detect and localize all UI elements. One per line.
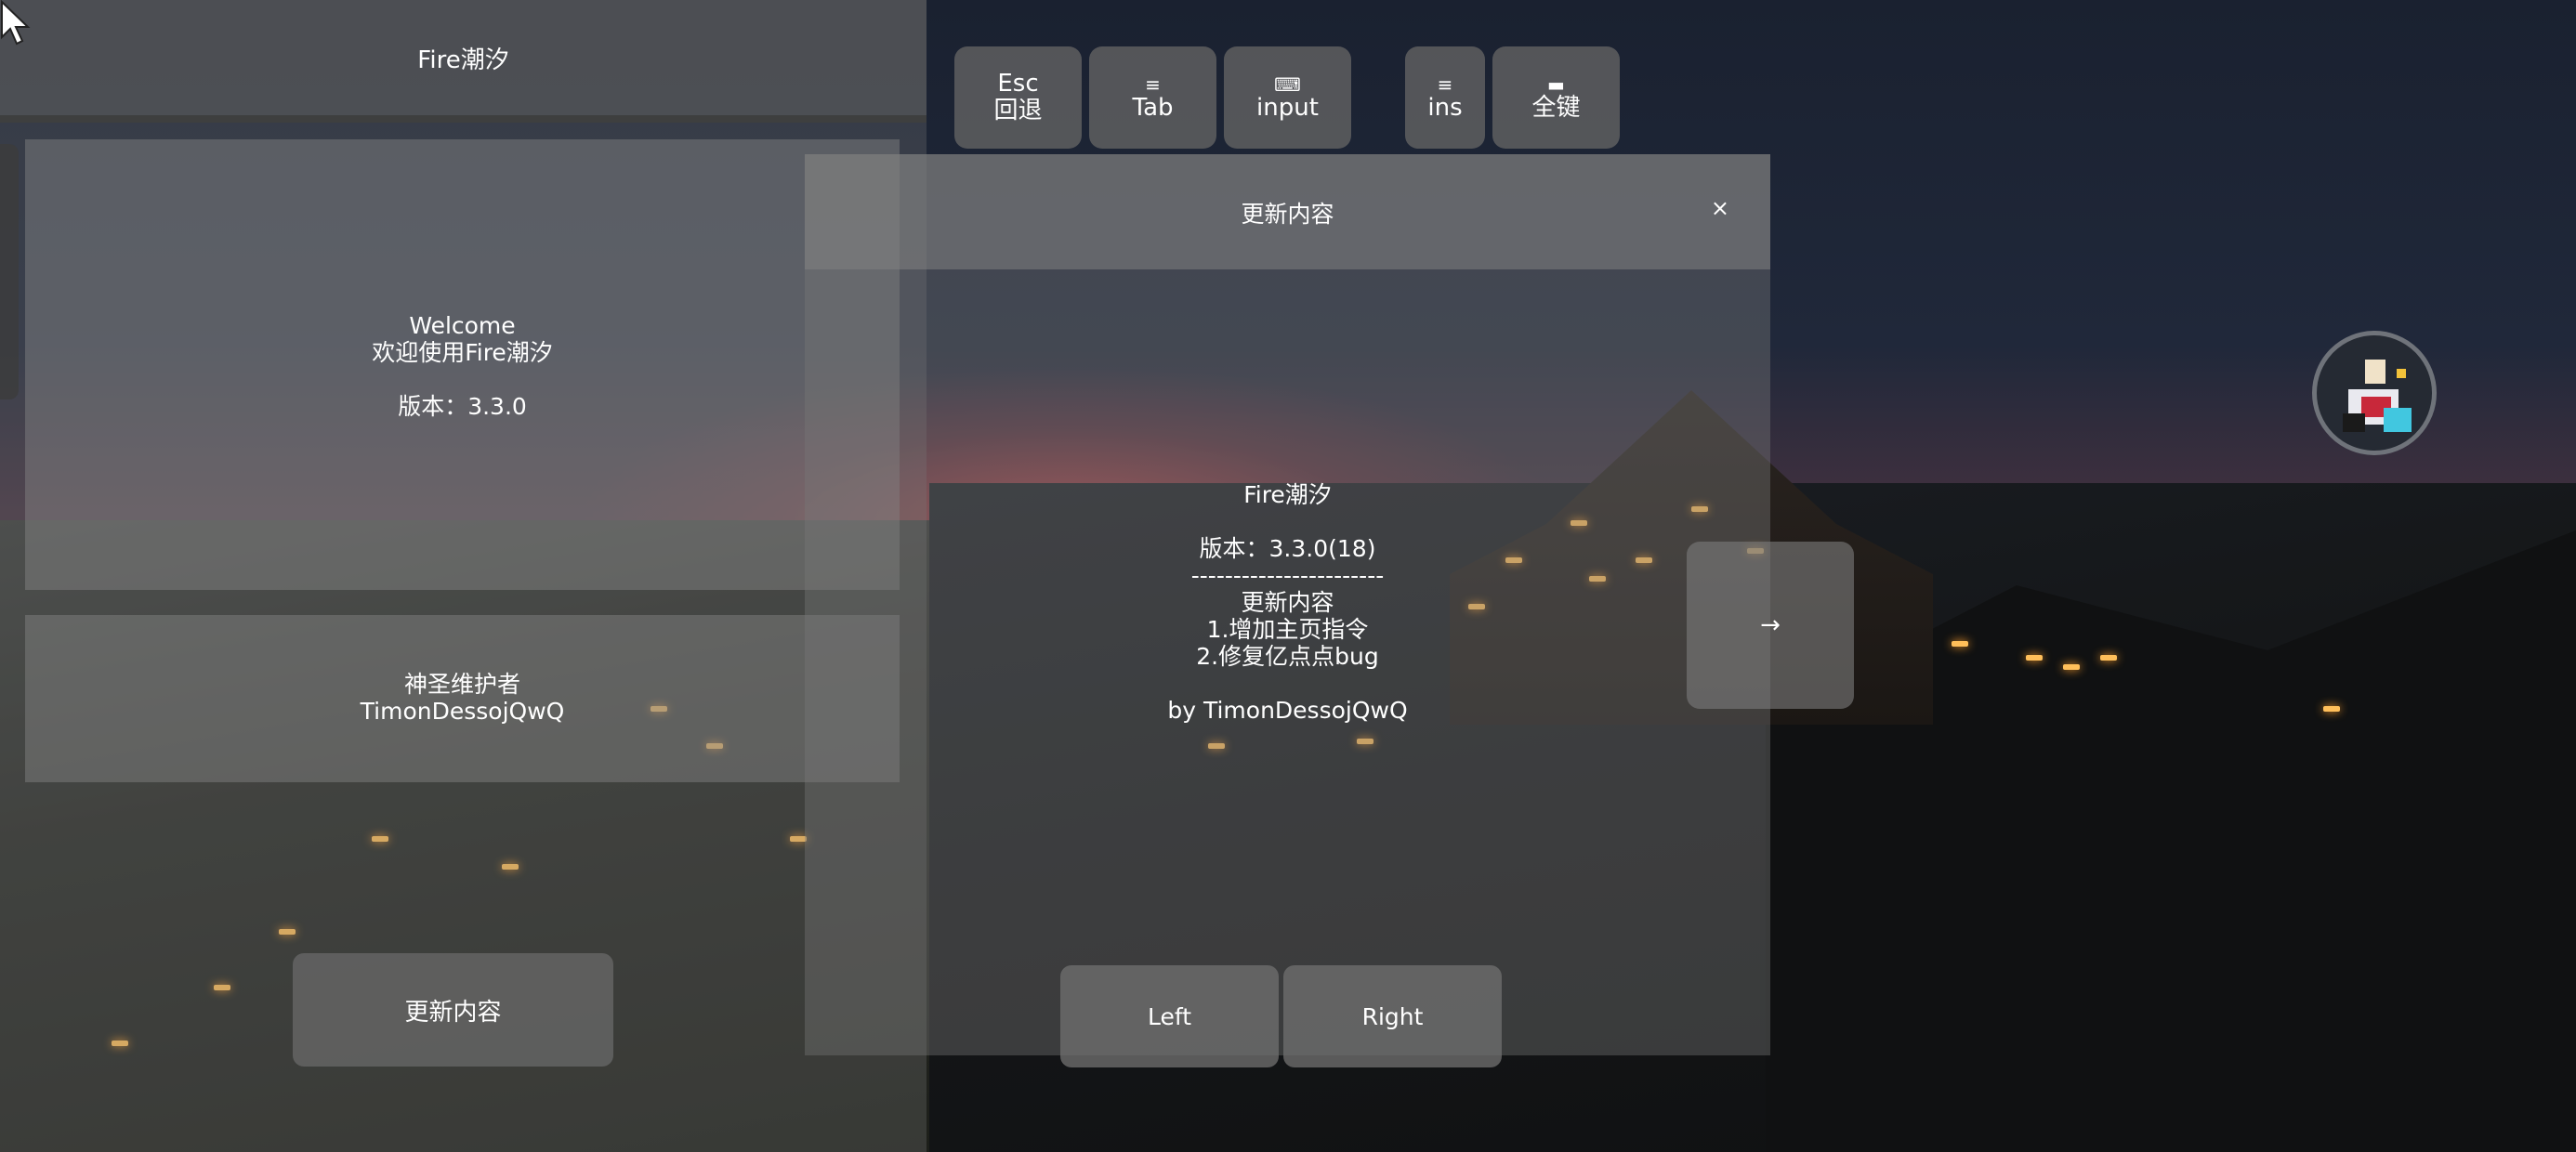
welcome-line: Welcome <box>409 312 516 339</box>
right-button[interactable]: Right <box>1283 965 1502 1067</box>
section-title: 更新内容 <box>1241 589 1334 616</box>
mouse-cursor-icon <box>0 0 31 46</box>
app-name: Fire潮汐 <box>1243 481 1332 508</box>
key-label-bottom: 回退 <box>993 97 1043 124</box>
changelog-item: 2.修复亿点点bug <box>1196 643 1379 670</box>
dialog-header: 更新内容 × <box>805 154 1770 269</box>
maintainer-card: 神圣维护者 TimonDessojQwQ <box>25 615 900 782</box>
esc-key-button[interactable]: Esc 回退 <box>954 46 1082 149</box>
key-label-bottom: ins <box>1427 93 1463 122</box>
keyboard-icon: ⌨ <box>1274 72 1301 96</box>
ins-key-button[interactable]: ≡ ins <box>1405 46 1485 149</box>
arrow-right-icon: → <box>1760 611 1781 639</box>
author-credit: by TimonDessojQwQ <box>1167 697 1408 724</box>
separator: ----------------------- <box>1190 562 1385 589</box>
update-dialog: 更新内容 × Fire潮汐 版本：3.3.0(18) -------------… <box>805 154 1770 1067</box>
key-label-top: Esc <box>997 70 1039 98</box>
dialog-body: Fire潮汐 版本：3.3.0(18) --------------------… <box>805 481 1770 724</box>
version-label: 版本：3.3.0(18) <box>1199 535 1376 562</box>
update-notes-button[interactable]: 更新内容 <box>293 953 613 1067</box>
welcome-subtitle: 欢迎使用Fire潮汐 <box>372 339 553 366</box>
maintainer-name: TimonDessojQwQ <box>360 698 565 725</box>
welcome-card: Welcome 欢迎使用Fire潮汐 版本：3.3.0 <box>25 139 900 590</box>
version-label: 版本：3.3.0 <box>398 393 527 420</box>
key-label-bottom: 全键 <box>1531 93 1581 122</box>
menu-icon: ≡ <box>1437 72 1453 96</box>
full-keyboard-button[interactable]: ▬ 全键 <box>1492 46 1620 149</box>
avatar[interactable] <box>2312 331 2437 455</box>
key-label-bottom: input <box>1256 93 1319 122</box>
key-label-bottom: Tab <box>1132 93 1174 122</box>
changelog-item: 1.增加主页指令 <box>1206 616 1369 643</box>
left-button[interactable]: Left <box>1060 965 1279 1067</box>
left-panel-header: Fire潮汐 <box>0 0 927 123</box>
maintainer-title: 神圣维护者 <box>403 671 520 698</box>
input-key-button[interactable]: ⌨ input <box>1224 46 1351 149</box>
app-title: Fire潮汐 <box>417 46 509 74</box>
dialog-title: 更新内容 <box>1241 201 1334 228</box>
side-drawer-handle[interactable] <box>0 144 19 399</box>
close-icon[interactable]: × <box>1711 195 1729 221</box>
menu-icon: ≡ <box>1145 72 1161 96</box>
next-arrow-button[interactable]: → <box>1687 542 1854 709</box>
keyboard-icon: ▬ <box>1547 72 1565 96</box>
left-panel: Fire潮汐 Welcome 欢迎使用Fire潮汐 版本：3.3.0 神圣维护者… <box>0 0 927 1152</box>
tab-key-button[interactable]: ≡ Tab <box>1089 46 1216 149</box>
